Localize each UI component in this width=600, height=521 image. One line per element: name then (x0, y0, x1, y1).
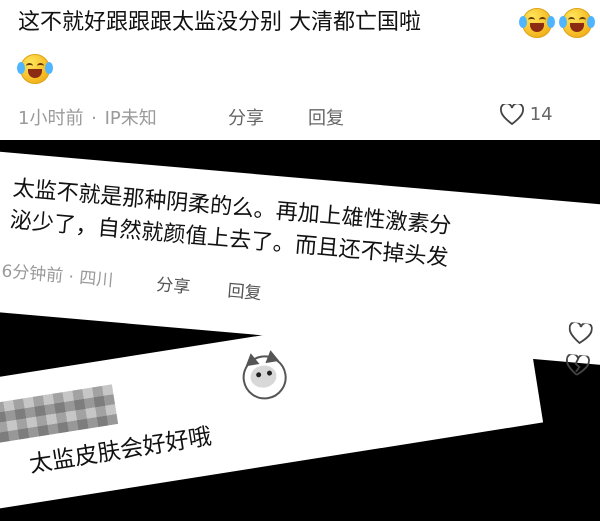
heart-icon (500, 104, 524, 126)
laughing-crying-emoji-icon (17, 54, 53, 84)
comment-meta: 6分钟前 · 四川 分享 回复 (0, 261, 263, 305)
comment-card-1: 这不就好跟跟跟太监没分别 大清都亡国啦 1小时前 · IP未知 分享 回复 14 (0, 0, 600, 140)
comment-text: 这不就好跟跟跟太监没分别 大清都亡国啦 (18, 10, 421, 35)
doge-emoji-icon (239, 349, 290, 403)
laughing-crying-emoji-icon (559, 8, 595, 38)
reaction-icons (564, 322, 593, 388)
like-button[interactable]: 14 (500, 104, 553, 126)
ip-location: IP未知 (104, 108, 157, 129)
heart-icon[interactable] (567, 322, 593, 346)
timestamp: 1小时前 (18, 108, 84, 129)
comment-meta: 1小时前 · IP未知 分享 回复 (18, 104, 344, 130)
share-button[interactable]: 分享 (155, 275, 191, 298)
timestamp: 6分钟前 (0, 261, 64, 287)
laughing-crying-emoji-icon (519, 8, 555, 38)
share-button[interactable]: 分享 (228, 104, 264, 130)
like-count: 14 (529, 104, 553, 125)
reply-button[interactable]: 回复 (227, 281, 263, 304)
ip-location: 四川 (78, 268, 114, 292)
broken-heart-icon[interactable] (565, 353, 591, 378)
reply-button[interactable]: 回复 (308, 104, 344, 130)
